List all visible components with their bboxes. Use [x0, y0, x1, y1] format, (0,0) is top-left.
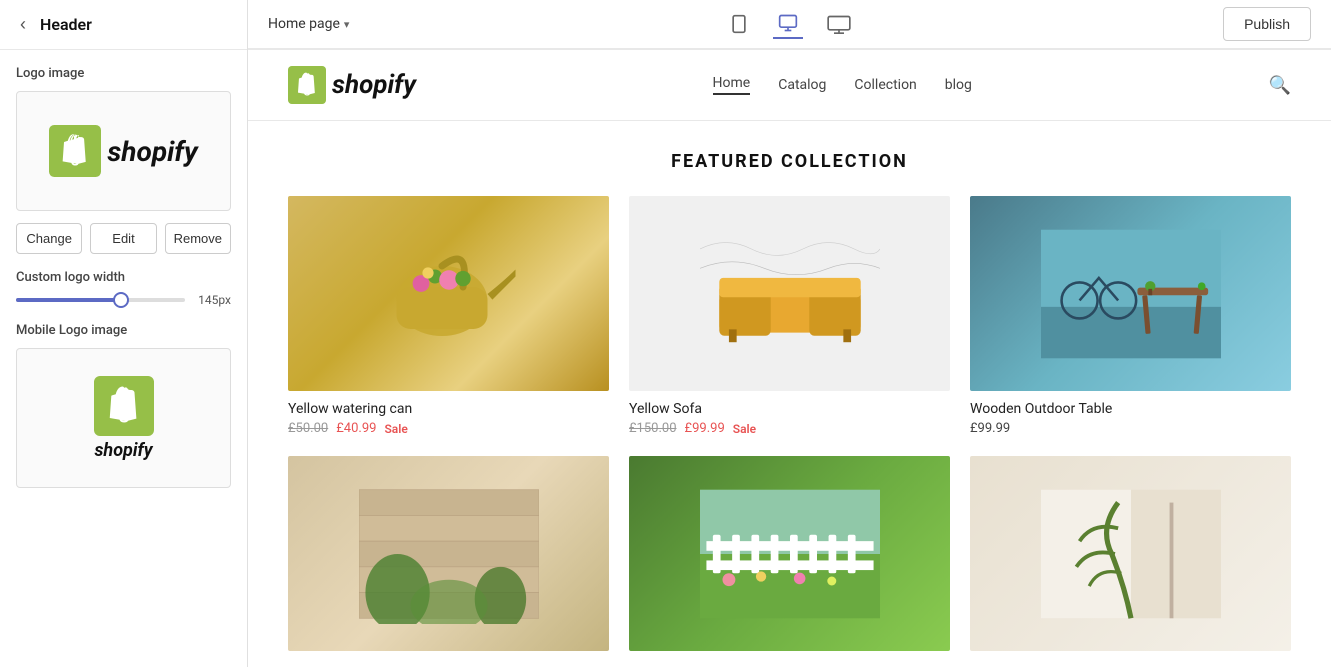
product-card-partial[interactable] [970, 456, 1291, 661]
search-icon[interactable]: 🔍 [1269, 75, 1291, 96]
fence-icon [700, 484, 880, 624]
product-image-fence [629, 456, 950, 651]
product-image-sofa [629, 196, 950, 391]
page-selector-chevron: ▾ [344, 18, 350, 31]
plants-icon [359, 484, 539, 624]
nav-blog[interactable]: blog [945, 77, 972, 93]
store-logo-text: shopify [332, 70, 416, 100]
preview-area: S shopify Home Catalog Collection blog 🔍… [248, 50, 1331, 667]
shopify-logo-text: shopify [107, 135, 197, 168]
product-image-plants [288, 456, 609, 651]
product-name-sofa: Yellow Sofa [629, 401, 950, 417]
remove-logo-button[interactable]: Remove [165, 223, 231, 254]
logo-width-slider-row: 145px [16, 293, 231, 307]
main-content: Home page ▾ [248, 0, 1331, 667]
publish-button[interactable]: Publish [1223, 7, 1311, 41]
store-logo: S shopify [288, 66, 416, 104]
sidebar: ‹ Header Logo image S shopify Change Edi… [0, 0, 248, 667]
logo-image-label: Logo image [16, 66, 231, 81]
price-row-sofa: £150.00 £99.99 Sale [629, 421, 950, 436]
watering-can-icon [379, 224, 519, 364]
page-name: Home page [268, 16, 340, 32]
product-card-table[interactable]: Wooden Outdoor Table £99.99 [970, 196, 1291, 436]
price-row-table: £99.99 [970, 421, 1291, 436]
nav-collection[interactable]: Collection [854, 77, 916, 93]
wide-device-button[interactable] [823, 10, 855, 38]
svg-text:S: S [304, 85, 311, 98]
table-icon [1041, 224, 1221, 364]
shopify-bag-icon: S [49, 125, 101, 177]
mobile-shopify-text: shopify [94, 440, 152, 461]
nav-home[interactable]: Home [713, 75, 751, 95]
product-card-sofa[interactable]: Yellow Sofa £150.00 £99.99 Sale [629, 196, 950, 436]
product-card-plants[interactable] [288, 456, 609, 661]
mobile-shopify-bag-icon: S [94, 376, 154, 436]
product-card-watering-can[interactable]: Yellow watering can £50.00 £40.99 Sale [288, 196, 609, 436]
sidebar-header: ‹ Header [0, 0, 247, 50]
sale-price-sofa: £99.99 [685, 421, 725, 436]
wide-icon [827, 14, 851, 34]
product-image-watering-can [288, 196, 609, 391]
sofa-icon [700, 224, 880, 364]
product-grid: Yellow watering can £50.00 £40.99 Sale [288, 196, 1291, 661]
logo-preview-box: S shopify [16, 91, 231, 211]
regular-price-table: £99.99 [970, 421, 1010, 436]
mobile-logo-label: Mobile Logo image [16, 323, 231, 338]
featured-section: FEATURED COLLECTION [248, 121, 1331, 667]
topbar-center [725, 9, 855, 39]
back-button[interactable]: ‹ [16, 14, 30, 35]
desktop-device-button[interactable] [773, 9, 803, 39]
logo-image-placeholder: S shopify [49, 125, 197, 177]
original-price-watering-can: £50.00 [288, 421, 328, 436]
product-card-fence[interactable] [629, 456, 950, 661]
product-name-table: Wooden Outdoor Table [970, 401, 1291, 417]
topbar: Home page ▾ [248, 0, 1331, 50]
sidebar-title: Header [40, 15, 92, 34]
product-image-partial [970, 456, 1291, 651]
mobile-icon [729, 14, 749, 34]
logo-actions: Change Edit Remove [16, 223, 231, 254]
mobile-device-button[interactable] [725, 10, 753, 38]
featured-title: FEATURED COLLECTION [288, 151, 1291, 172]
topbar-right: Publish [1223, 7, 1311, 41]
store-header: S shopify Home Catalog Collection blog 🔍 [248, 50, 1331, 121]
product-name-watering-can: Yellow watering can [288, 401, 609, 417]
original-price-sofa: £150.00 [629, 421, 677, 436]
price-row-watering-can: £50.00 £40.99 Sale [288, 421, 609, 436]
topbar-left: Home page ▾ [268, 16, 349, 32]
page-selector[interactable]: Home page ▾ [268, 16, 349, 32]
mobile-logo-inner: S shopify [94, 376, 154, 461]
slider-track[interactable] [16, 298, 185, 302]
mobile-logo-box: S shopify [16, 348, 231, 488]
logo-image-section: Logo image S shopify Change Edit Remove … [0, 50, 247, 504]
sale-price-watering-can: £40.99 [336, 421, 376, 436]
svg-text:S: S [118, 408, 128, 427]
partial-icon [1041, 484, 1221, 624]
svg-text:S: S [71, 154, 79, 169]
nav-catalog[interactable]: Catalog [778, 77, 826, 93]
store-nav: Home Catalog Collection blog [713, 75, 972, 95]
sale-badge-watering-can: Sale [384, 422, 407, 436]
change-logo-button[interactable]: Change [16, 223, 82, 254]
custom-logo-width-label: Custom logo width [16, 270, 231, 285]
desktop-icon [777, 13, 799, 33]
store-logo-bag-icon: S [288, 66, 326, 104]
edit-logo-button[interactable]: Edit [90, 223, 156, 254]
slider-fill [16, 298, 121, 302]
product-image-table [970, 196, 1291, 391]
sale-badge-sofa: Sale [733, 422, 756, 436]
slider-thumb[interactable] [113, 292, 129, 308]
slider-value: 145px [195, 293, 231, 307]
